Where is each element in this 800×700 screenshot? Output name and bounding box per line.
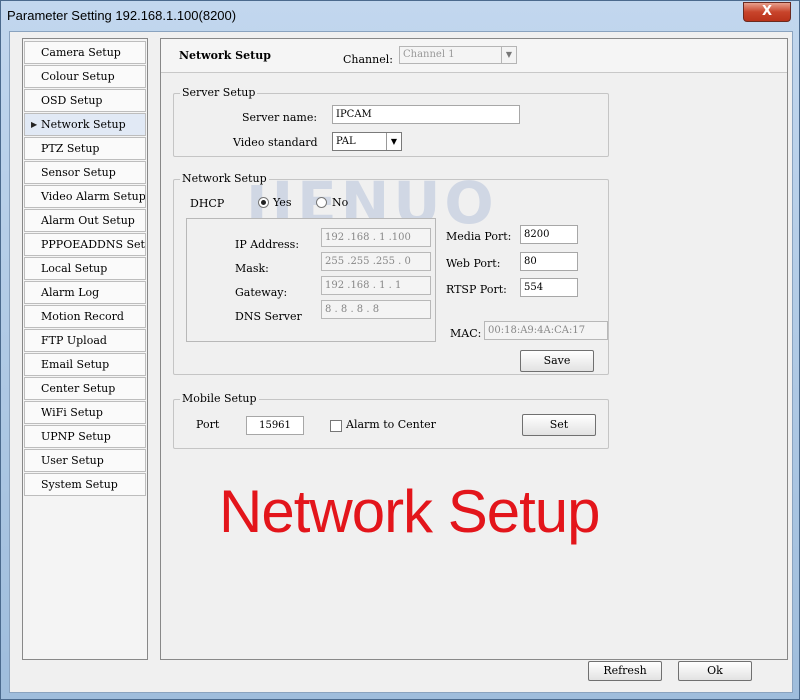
title-bar: Parameter Setting 192.168.1.100(8200) X <box>1 1 799 31</box>
sidebar-item-colour-setup[interactable]: Colour Setup <box>24 65 146 88</box>
channel-select[interactable]: Channel 1 ▼ <box>399 46 517 64</box>
main-panel: Network Setup Channel: Channel 1 ▼ JIENU… <box>160 38 788 660</box>
ip-address-label: IP Address: <box>235 238 300 251</box>
alarm-to-center-label: Alarm to Center <box>346 418 436 431</box>
video-standard-label: Video standard <box>233 136 318 149</box>
save-button[interactable]: Save <box>520 350 594 372</box>
sidebar-item-label: User Setup <box>41 454 104 467</box>
set-button[interactable]: Set <box>522 414 596 436</box>
sidebar-item-alarm-out-setup[interactable]: Alarm Out Setup <box>24 209 146 232</box>
gateway-input[interactable]: 192 .168 . 1 . 1 <box>321 276 431 295</box>
media-port-input[interactable]: 8200 <box>520 225 578 244</box>
refresh-button[interactable]: Refresh <box>588 661 662 681</box>
video-standard-value: PAL <box>336 136 356 147</box>
rtsp-port-label: RTSP Port: <box>446 283 507 296</box>
rtsp-port-input[interactable]: 554 <box>520 278 578 297</box>
sidebar-item-ftp-upload[interactable]: FTP Upload <box>24 329 146 352</box>
parameter-setting-window: Parameter Setting 192.168.1.100(8200) X … <box>0 0 800 700</box>
sidebar-item-label: WiFi Setup <box>41 406 103 419</box>
window-title: Parameter Setting 192.168.1.100(8200) <box>7 8 237 23</box>
media-port-label: Media Port: <box>446 230 512 243</box>
web-port-input[interactable]: 80 <box>520 252 578 271</box>
sidebar-item-user-setup[interactable]: User Setup <box>24 449 146 472</box>
dhcp-no-label: No <box>332 196 349 209</box>
sidebar-item-network-setup[interactable]: ▶ Network Setup <box>24 113 146 136</box>
sidebar-item-label: UPNP Setup <box>41 430 111 443</box>
sidebar-item-camera-setup[interactable]: Camera Setup <box>24 41 146 64</box>
server-name-input[interactable]: IPCAM <box>332 105 520 124</box>
sidebar-item-label: System Setup <box>41 478 118 491</box>
sidebar-item-upnp-setup[interactable]: UPNP Setup <box>24 425 146 448</box>
mobile-setup-title: Mobile Setup <box>180 392 259 405</box>
close-button[interactable]: X <box>743 2 791 22</box>
sidebar-item-label: Email Setup <box>41 358 110 371</box>
video-standard-select[interactable]: PAL ▼ <box>332 132 402 151</box>
chevron-down-icon: ▼ <box>386 133 401 150</box>
alarm-to-center-checkbox[interactable] <box>330 420 342 432</box>
sidebar-item-osd-setup[interactable]: OSD Setup <box>24 89 146 112</box>
gateway-label: Gateway: <box>235 286 288 299</box>
sidebar-item-system-setup[interactable]: System Setup <box>24 473 146 496</box>
mobile-port-label: Port <box>196 418 220 431</box>
sidebar-item-pppoe-ddns-setup[interactable]: PPPOEADDNS Setup <box>24 233 146 256</box>
sidebar-item-video-alarm-setup[interactable]: Video Alarm Setup <box>24 185 146 208</box>
sidebar-item-ptz-setup[interactable]: PTZ Setup <box>24 137 146 160</box>
dhcp-yes-label: Yes <box>273 196 292 209</box>
mask-label: Mask: <box>235 262 269 275</box>
channel-label: Channel: <box>343 53 393 66</box>
server-setup-title: Server Setup <box>180 86 258 99</box>
sidebar-item-sensor-setup[interactable]: Sensor Setup <box>24 161 146 184</box>
sidebar-item-local-setup[interactable]: Local Setup <box>24 257 146 280</box>
dhcp-yes-radio[interactable] <box>258 197 269 208</box>
sidebar-item-label: PPPOEADDNS Setup <box>41 238 145 251</box>
dhcp-label: DHCP <box>190 197 225 210</box>
sidebar-item-label: Local Setup <box>41 262 108 275</box>
dns-server-label: DNS Server <box>235 310 302 323</box>
mobile-setup-group: Mobile Setup Port 15961 Alarm to Center … <box>173 392 609 449</box>
ip-address-input[interactable]: 192 .168 . 1 .100 <box>321 228 431 247</box>
sidebar-item-motion-record[interactable]: Motion Record <box>24 305 146 328</box>
mask-input[interactable]: 255 .255 .255 . 0 <box>321 252 431 271</box>
chevron-right-icon: ▶ <box>31 120 38 129</box>
sidebar-item-center-setup[interactable]: Center Setup <box>24 377 146 400</box>
server-name-label: Server name: <box>242 111 318 124</box>
sidebar-item-label: Motion Record <box>41 310 124 323</box>
sidebar-item-label: Sensor Setup <box>41 166 116 179</box>
sidebar: Camera Setup Colour Setup OSD Setup ▶ Net… <box>22 38 148 660</box>
sidebar-item-label: FTP Upload <box>41 334 107 347</box>
sidebar-item-label: OSD Setup <box>41 94 103 107</box>
client-area: Camera Setup Colour Setup OSD Setup ▶ Net… <box>9 31 793 693</box>
network-setup-title: Network Setup <box>180 172 269 185</box>
server-setup-group: Server Setup Server name: IPCAM Video st… <box>173 86 609 157</box>
ip-config-box: IP Address: 192 .168 . 1 .100 Mask: 255 … <box>186 218 436 342</box>
dhcp-no-radio[interactable] <box>316 197 327 208</box>
channel-value: Channel 1 <box>403 49 455 60</box>
dns-server-input[interactable]: 8 . 8 . 8 . 8 <box>321 300 431 319</box>
sidebar-item-wifi-setup[interactable]: WiFi Setup <box>24 401 146 424</box>
mac-label: MAC: <box>450 327 482 340</box>
sidebar-item-alarm-log[interactable]: Alarm Log <box>24 281 146 304</box>
mac-input: 00:18:A9:4A:CA:17 <box>484 321 608 340</box>
sidebar-item-label: Network Setup <box>41 118 126 131</box>
overlay-caption: Network Setup <box>219 478 601 545</box>
mobile-port-input[interactable]: 15961 <box>246 416 304 435</box>
sidebar-item-label: Alarm Out Setup <box>41 214 135 227</box>
sidebar-item-label: PTZ Setup <box>41 142 100 155</box>
sidebar-item-label: Video Alarm Setup <box>41 190 146 203</box>
sidebar-item-label: Alarm Log <box>41 286 100 299</box>
ok-button[interactable]: Ok <box>678 661 752 681</box>
panel-header: Network Setup Channel: Channel 1 ▼ <box>161 39 787 73</box>
page-title: Network Setup <box>179 49 271 62</box>
sidebar-item-label: Center Setup <box>41 382 116 395</box>
network-setup-group: Network Setup DHCP Yes No IP Address: 19… <box>173 172 609 375</box>
sidebar-item-email-setup[interactable]: Email Setup <box>24 353 146 376</box>
chevron-down-icon: ▼ <box>501 47 516 63</box>
sidebar-item-label: Colour Setup <box>41 70 115 83</box>
sidebar-item-label: Camera Setup <box>41 46 121 59</box>
web-port-label: Web Port: <box>446 257 501 270</box>
